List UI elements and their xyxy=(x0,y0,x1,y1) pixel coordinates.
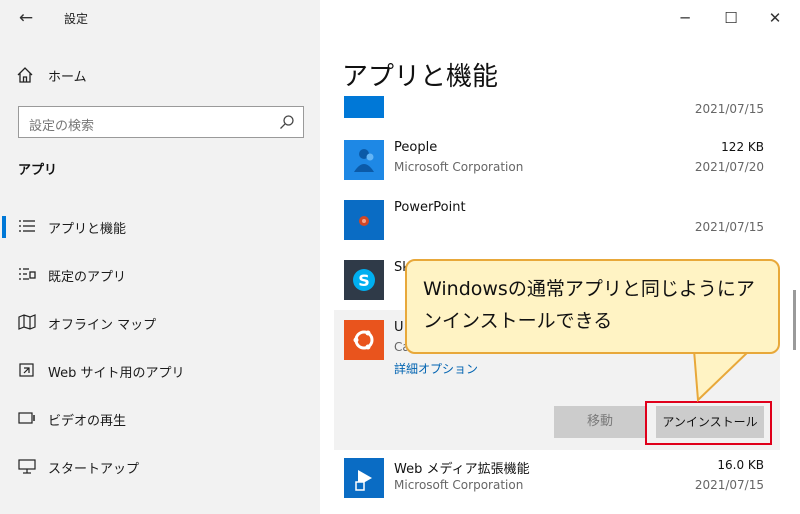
app-date: 2021/07/20 xyxy=(694,160,764,174)
callout-pointer xyxy=(690,350,770,402)
sidebar-item-apps-features[interactable]: アプリと機能 xyxy=(0,209,320,243)
people-icon xyxy=(344,140,384,180)
section-heading: アプリ xyxy=(18,163,58,178)
app-name: People xyxy=(394,140,438,155)
annotation-callout: Windowsの通常アプリと同じようにアンインストールできる xyxy=(405,259,780,354)
close-button[interactable]: ✕ xyxy=(760,6,790,30)
partial-app-icon xyxy=(344,96,384,118)
app-date: 2021/07/15 xyxy=(694,220,764,234)
scrollbar[interactable] xyxy=(793,290,796,350)
app-list-item[interactable]: People Microsoft Corporation 122 KB 2021… xyxy=(320,130,780,188)
sidebar-item-label: スタートアップ xyxy=(48,462,140,477)
app-size: 122 KB xyxy=(721,140,764,154)
sidebar: ← 設定 ホーム 設定の検索 アプリ アプリと機能 既定のアプリ オフライン マ… xyxy=(0,0,320,514)
sidebar-item-default-apps[interactable]: 既定のアプリ xyxy=(0,257,320,291)
web-media-icon xyxy=(344,458,384,498)
title-bar: ← 設定 xyxy=(0,0,320,36)
sidebar-item-offline-maps[interactable]: オフライン マップ xyxy=(0,305,320,339)
sidebar-item-label: オフライン マップ xyxy=(48,318,157,333)
search-input[interactable]: 設定の検索 xyxy=(18,106,304,138)
callout-text: Windowsの通常アプリと同じようにアンインストールできる xyxy=(423,278,755,332)
search-icon[interactable] xyxy=(279,114,295,130)
app-size: 16.0 KB xyxy=(717,458,764,472)
svg-text:S: S xyxy=(358,271,370,290)
uninstall-highlight-box xyxy=(645,401,772,445)
default-apps-icon xyxy=(18,266,36,282)
sidebar-item-video-playback[interactable]: ビデオの再生 xyxy=(0,401,320,435)
move-button[interactable]: 移動 xyxy=(554,406,646,438)
map-icon xyxy=(18,314,36,330)
list-icon xyxy=(18,218,36,234)
startup-icon xyxy=(18,458,36,474)
app-date: 2021/07/15 xyxy=(694,478,764,492)
home-icon xyxy=(16,66,34,84)
sidebar-item-label: アプリと機能 xyxy=(48,222,127,237)
app-list-item[interactable]: PowerPoint 2021/07/15 xyxy=(320,190,780,248)
advanced-options-link[interactable]: 詳細オプション xyxy=(394,360,478,377)
window-title: 設定 xyxy=(64,12,89,26)
app-list-item[interactable]: Web メディア拡張機能 Microsoft Corporation 16.0 … xyxy=(320,448,780,506)
ubuntu-icon xyxy=(344,320,384,360)
app-name: Web メディア拡張機能 xyxy=(394,462,530,477)
web-app-icon xyxy=(18,362,36,378)
home-label: ホーム xyxy=(48,70,87,85)
sidebar-item-label: ビデオの再生 xyxy=(48,414,127,429)
powerpoint-icon xyxy=(344,200,384,240)
minimize-button[interactable]: ─ xyxy=(670,6,700,30)
skype-icon: S xyxy=(344,260,384,300)
sidebar-item-label: Web サイト用のアプリ xyxy=(48,366,185,381)
app-publisher: Microsoft Corporation xyxy=(394,160,524,174)
video-icon xyxy=(18,410,36,426)
maximize-button[interactable]: ☐ xyxy=(716,6,746,30)
app-list-item[interactable]: 2021/07/15 xyxy=(320,80,780,126)
app-name: PowerPoint xyxy=(394,200,466,215)
app-name: U xyxy=(394,320,404,335)
sidebar-item-web-apps[interactable]: Web サイト用のアプリ xyxy=(0,353,320,387)
app-publisher: Microsoft Corporation xyxy=(394,478,524,492)
search-placeholder: 設定の検索 xyxy=(29,119,95,134)
app-date: 2021/07/15 xyxy=(694,102,764,116)
back-button[interactable]: ← xyxy=(14,6,38,30)
sidebar-item-startup[interactable]: スタートアップ xyxy=(0,449,320,483)
sidebar-item-label: 既定のアプリ xyxy=(48,270,127,285)
selection-indicator xyxy=(2,216,6,238)
